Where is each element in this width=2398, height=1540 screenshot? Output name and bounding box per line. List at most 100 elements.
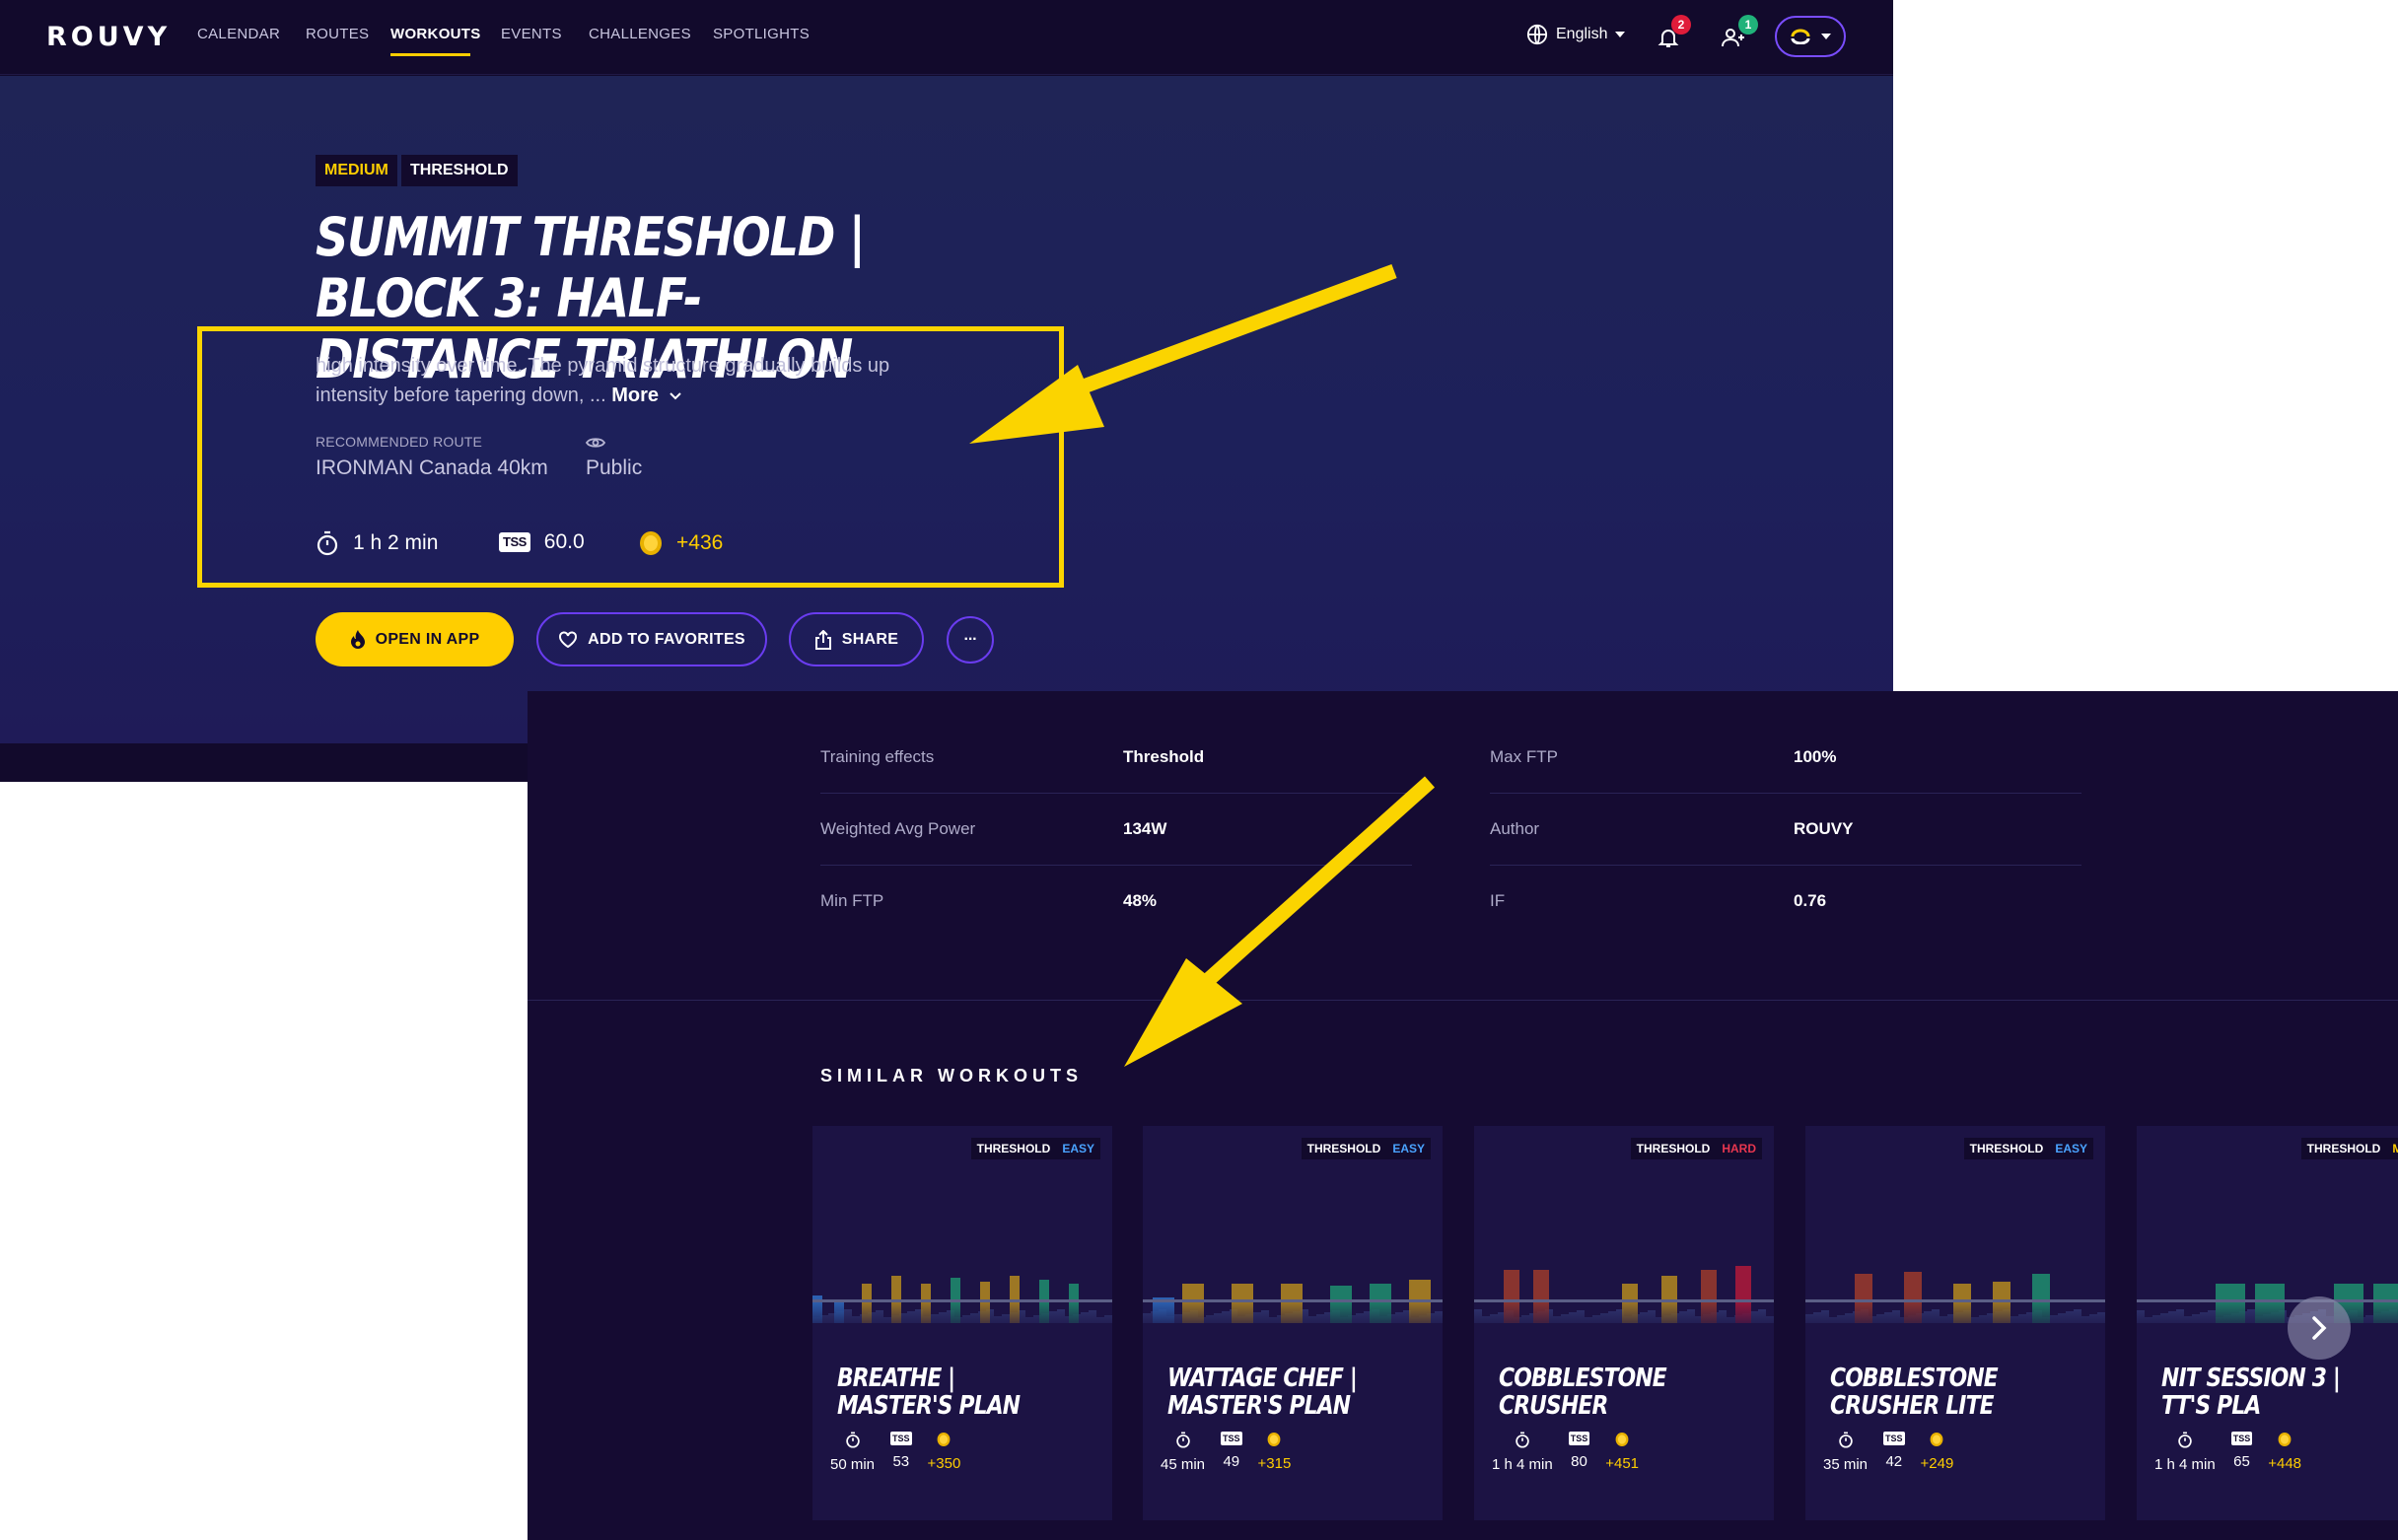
- nav-routes[interactable]: ROUTES: [306, 26, 369, 42]
- user-avatar-icon: [1791, 29, 1810, 44]
- coin-icon: [2278, 1433, 2292, 1446]
- open-in-app-label: OPEN IN APP: [375, 630, 480, 648]
- top-navbar: ROUVY CALENDAR ROUTES WORKOUTS EVENTS CH…: [0, 0, 1893, 75]
- workout-profile-chart: [812, 1276, 1112, 1333]
- similar-workouts-title: SIMILAR WORKOUTS: [820, 1066, 1083, 1085]
- card-stats: 1 h 4 min TSS 80 +451: [1492, 1432, 1639, 1473]
- card-tss-value: 49: [1223, 1453, 1240, 1470]
- min-ftp-label: Min FTP: [820, 891, 884, 910]
- workout-card[interactable]: THRESHOLD EASY WATTAGE CHEF | MASTER'S P…: [1143, 1126, 1443, 1520]
- card-duration: 45 min: [1161, 1432, 1205, 1473]
- stopwatch-icon: [2178, 1432, 2192, 1448]
- stopwatch-icon: [1838, 1432, 1853, 1448]
- card-stats: 50 min TSS 53 +350: [830, 1432, 960, 1473]
- max-ftp-value: 100%: [1794, 747, 1837, 766]
- nav-workouts[interactable]: WORKOUTS: [390, 26, 481, 42]
- stopwatch-icon: [1175, 1432, 1190, 1448]
- card-tss: TSS 80: [1568, 1432, 1590, 1473]
- card-stats: 35 min TSS 42 +249: [1823, 1432, 1953, 1473]
- card-title-text: COBBLESTONE CRUSHER LITE: [1830, 1364, 1999, 1421]
- profile-menu-button[interactable]: [1775, 16, 1846, 57]
- card-coins: +249: [1920, 1432, 1954, 1473]
- card-tags: THRESHOLD EASY: [1301, 1138, 1431, 1159]
- card-duration: 1 h 4 min: [1492, 1432, 1553, 1473]
- nav-calendar[interactable]: CALENDAR: [197, 26, 280, 42]
- stopwatch-icon: [1516, 1432, 1529, 1448]
- workout-card[interactable]: THRESHOLD EASY COBBLESTONE CRUSHER LITE …: [1805, 1126, 2105, 1520]
- globe-icon: [1526, 24, 1548, 45]
- max-ftp-label: Max FTP: [1490, 747, 1558, 766]
- share-button[interactable]: SHARE: [789, 612, 924, 666]
- card-title-text: NIT SESSION 3 | TT'S PLA: [2161, 1364, 2341, 1421]
- card-duration-value: 1 h 4 min: [2154, 1456, 2216, 1473]
- notifications-button[interactable]: 2: [1652, 15, 1691, 53]
- tss-icon: TSS: [890, 1432, 912, 1445]
- card-title-text: COBBLESTONE CRUSHER: [1499, 1364, 1667, 1421]
- card-level-tag: MED: [2386, 1138, 2398, 1159]
- workout-profile-chart: [2137, 1284, 2398, 1333]
- nav-spotlights[interactable]: SPOTLIGHTS: [713, 26, 810, 42]
- section-divider: [528, 1000, 2398, 1001]
- card-level-tag: EASY: [1056, 1138, 1100, 1159]
- tss-icon: TSS: [1883, 1432, 1905, 1445]
- workout-profile-chart: [1805, 1272, 2105, 1333]
- tss-icon: TSS: [1568, 1432, 1590, 1445]
- card-coins: +448: [2268, 1432, 2301, 1473]
- more-options-button[interactable]: ···: [947, 616, 994, 664]
- card-tss: TSS 65: [2230, 1432, 2253, 1473]
- card-type-tag: THRESHOLD: [970, 1138, 1057, 1159]
- card-coins-value: +249: [1920, 1455, 1954, 1472]
- author-value[interactable]: ROUVY: [1794, 819, 1853, 839]
- tss-icon: TSS: [1221, 1432, 1242, 1445]
- caret-down-icon: [1615, 32, 1626, 37]
- open-in-app-button[interactable]: OPEN IN APP: [316, 612, 514, 666]
- min-ftp-value: 48%: [1123, 891, 1158, 910]
- ellipsis-icon: ···: [963, 631, 978, 648]
- workout-card[interactable]: THRESHOLD EASY BREATHE | MASTER'S PLAN 5…: [812, 1126, 1112, 1520]
- workout-page-top: ROUVY CALENDAR ROUTES WORKOUTS EVENTS CH…: [0, 0, 1893, 782]
- card-duration: 1 h 4 min: [2154, 1432, 2216, 1473]
- card-tss-value: 65: [2233, 1453, 2250, 1470]
- chevron-right-icon: [2312, 1316, 2327, 1340]
- card-tss-value: 80: [1571, 1453, 1587, 1470]
- workout-card[interactable]: THRESHOLD HARD COBBLESTONE CRUSHER 1 h 4…: [1474, 1126, 1774, 1520]
- workout-details-panel: Training effects Threshold Max FTP 100% …: [528, 691, 2398, 1540]
- card-type-tag: THRESHOLD: [1630, 1138, 1717, 1159]
- caret-down-icon: [1821, 34, 1831, 39]
- friends-button[interactable]: 1: [1717, 15, 1758, 53]
- card-duration-value: 1 h 4 min: [1492, 1456, 1553, 1473]
- language-label: English: [1556, 26, 1608, 42]
- card-title: COBBLESTONE CRUSHER LITE: [1830, 1359, 2096, 1420]
- card-stats: 45 min TSS 49 +315: [1161, 1432, 1291, 1473]
- card-coins: +315: [1258, 1432, 1291, 1473]
- coin-icon: [1615, 1433, 1629, 1446]
- flame-icon: [350, 629, 365, 649]
- card-stats: 1 h 4 min TSS 65 +448: [2154, 1432, 2301, 1473]
- card-tags: THRESHOLD HARD: [1630, 1138, 1762, 1159]
- language-selector[interactable]: English: [1526, 24, 1626, 45]
- nav-events[interactable]: EVENTS: [501, 26, 562, 42]
- tss-icon: TSS: [2230, 1432, 2253, 1445]
- workout-card[interactable]: THRESHOLD MED NIT SESSION 3 | TT'S PLA 1…: [2137, 1126, 2398, 1520]
- favorites-label: ADD TO FAVORITES: [588, 630, 745, 648]
- card-type-tag: THRESHOLD: [1963, 1138, 2050, 1159]
- type-tag: THRESHOLD: [401, 155, 518, 186]
- nav-active-indicator: [390, 53, 470, 56]
- card-level-tag: HARD: [1716, 1138, 1762, 1159]
- card-type-tag: THRESHOLD: [2300, 1138, 2387, 1159]
- rouvy-logo[interactable]: ROUVY: [46, 22, 171, 52]
- card-duration: 35 min: [1823, 1432, 1868, 1473]
- coin-icon: [1268, 1433, 1281, 1446]
- card-coins: +451: [1605, 1432, 1639, 1473]
- workout-profile-chart: [1474, 1266, 1774, 1333]
- nav-challenges[interactable]: CHALLENGES: [589, 26, 691, 42]
- card-coins: +350: [928, 1432, 960, 1473]
- card-title-text: WATTAGE CHEF | MASTER'S PLAN: [1167, 1364, 1358, 1421]
- add-to-favorites-button[interactable]: ADD TO FAVORITES: [536, 612, 767, 666]
- coin-icon: [1931, 1433, 1943, 1446]
- if-label: IF: [1490, 891, 1506, 910]
- if-value: 0.76: [1794, 891, 1827, 910]
- carousel-next-button[interactable]: [2288, 1296, 2351, 1360]
- weighted-power-label: Weighted Avg Power: [820, 819, 976, 838]
- training-effects-value: Threshold: [1123, 747, 1205, 766]
